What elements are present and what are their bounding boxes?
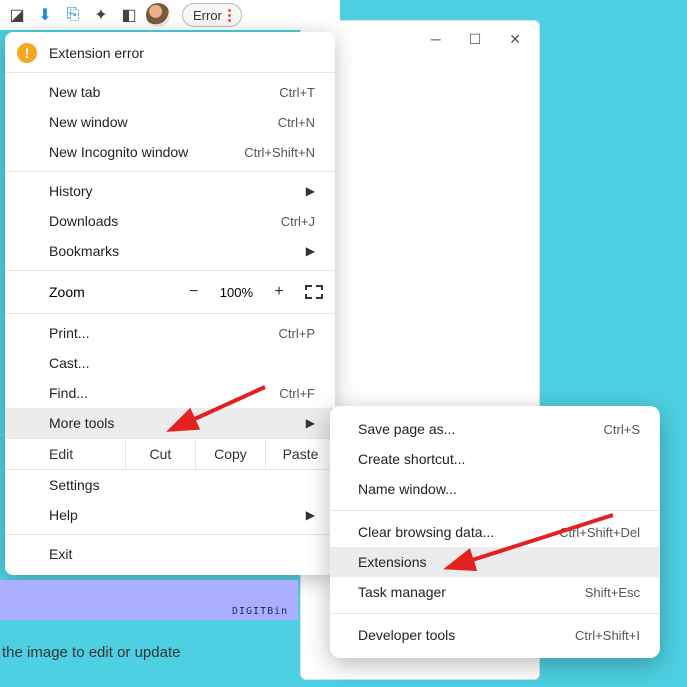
menu-more-tools[interactable]: More tools ▶: [5, 408, 335, 438]
zoom-in-button[interactable]: +: [267, 283, 291, 301]
more-tools-label: More tools: [49, 415, 114, 431]
menu-bookmarks[interactable]: Bookmarks ▶: [5, 236, 335, 266]
settings-label: Settings: [49, 477, 100, 493]
fullscreen-icon[interactable]: [305, 285, 323, 299]
submenu-save-page[interactable]: Save page as... Ctrl+S: [330, 414, 660, 444]
menu-downloads[interactable]: Downloads Ctrl+J: [5, 206, 335, 236]
browser-toolbar: ◪ ⬇ ⎘ ✦ ◧ Error: [0, 0, 340, 30]
submenu-separator: [330, 510, 660, 511]
chevron-right-icon: ▶: [306, 184, 315, 198]
downloads-label: Downloads: [49, 213, 118, 229]
new-window-label: New window: [49, 114, 128, 130]
chevron-right-icon: ▶: [306, 508, 315, 522]
menu-exit[interactable]: Exit: [5, 539, 335, 569]
chevron-right-icon: ▶: [306, 416, 315, 430]
menu-separator: [5, 72, 335, 73]
menu-extension-error[interactable]: ! Extension error: [5, 38, 335, 68]
menu-edit-row: Edit Cut Copy Paste: [5, 438, 335, 470]
extension-icon-2[interactable]: ⎘: [62, 4, 84, 26]
shortcut-text: Ctrl+F: [279, 386, 315, 401]
menu-separator: [5, 534, 335, 535]
shortcut-text: Ctrl+Shift+I: [575, 628, 640, 643]
menu-history[interactable]: History ▶: [5, 176, 335, 206]
save-page-label: Save page as...: [358, 421, 455, 437]
submenu-task-manager[interactable]: Task manager Shift+Esc: [330, 577, 660, 607]
history-label: History: [49, 183, 93, 199]
task-manager-label: Task manager: [358, 584, 446, 600]
menu-new-window[interactable]: New window Ctrl+N: [5, 107, 335, 137]
menu-zoom: Zoom − 100% +: [5, 275, 335, 309]
bookmarks-label: Bookmarks: [49, 243, 119, 259]
chrome-main-menu: ! Extension error New tab Ctrl+T New win…: [5, 32, 335, 575]
extension-icon-1[interactable]: ◪: [6, 4, 28, 26]
zoom-out-button[interactable]: −: [182, 283, 206, 301]
menu-print[interactable]: Print... Ctrl+P: [5, 318, 335, 348]
create-shortcut-label: Create shortcut...: [358, 451, 465, 467]
kebab-menu-icon[interactable]: [228, 9, 231, 22]
shortcut-text: Ctrl+T: [279, 85, 315, 100]
submenu-create-shortcut[interactable]: Create shortcut...: [330, 444, 660, 474]
side-panel-icon[interactable]: ◧: [118, 4, 140, 26]
close-icon[interactable]: ✕: [509, 31, 521, 48]
edit-label: Edit: [5, 439, 125, 469]
more-tools-submenu: Save page as... Ctrl+S Create shortcut..…: [330, 406, 660, 658]
submenu-developer-tools[interactable]: Developer tools Ctrl+Shift+I: [330, 620, 660, 650]
print-label: Print...: [49, 325, 89, 341]
shortcut-text: Ctrl+J: [281, 214, 315, 229]
menu-new-incognito[interactable]: New Incognito window Ctrl+Shift+N: [5, 137, 335, 167]
menu-cast[interactable]: Cast...: [5, 348, 335, 378]
edit-paste[interactable]: Paste: [265, 439, 335, 469]
name-window-label: Name window...: [358, 481, 457, 497]
menu-separator: [5, 313, 335, 314]
clear-data-label: Clear browsing data...: [358, 524, 494, 540]
minimize-icon[interactable]: ─: [431, 31, 441, 48]
developer-tools-label: Developer tools: [358, 627, 455, 643]
shortcut-text: Shift+Esc: [585, 585, 640, 600]
find-label: Find...: [49, 385, 88, 401]
zoom-label: Zoom: [49, 284, 85, 300]
menu-new-tab[interactable]: New tab Ctrl+T: [5, 77, 335, 107]
shortcut-text: Ctrl+Shift+Del: [559, 525, 640, 540]
shortcut-text: Ctrl+S: [604, 422, 640, 437]
shortcut-text: Ctrl+P: [279, 326, 315, 341]
extensions-label: Extensions: [358, 554, 426, 570]
error-label: Error: [193, 8, 222, 23]
zoom-value: 100%: [220, 285, 253, 300]
profile-avatar[interactable]: [146, 3, 170, 27]
menu-separator: [5, 270, 335, 271]
extension-error-label: Extension error: [49, 45, 144, 61]
shortcut-text: Ctrl+Shift+N: [244, 145, 315, 160]
shortcut-text: Ctrl+N: [278, 115, 315, 130]
download-icon[interactable]: ⬇: [34, 4, 56, 26]
edit-copy[interactable]: Copy: [195, 439, 265, 469]
new-incognito-label: New Incognito window: [49, 144, 188, 160]
watermark-text: DIGITBin: [232, 606, 288, 617]
submenu-clear-data[interactable]: Clear browsing data... Ctrl+Shift+Del: [330, 517, 660, 547]
warning-icon: !: [17, 43, 37, 63]
submenu-extensions[interactable]: Extensions: [330, 547, 660, 577]
page-caption: the image to edit or update: [2, 644, 180, 661]
extensions-puzzle-icon[interactable]: ✦: [90, 4, 112, 26]
menu-separator: [5, 171, 335, 172]
menu-find[interactable]: Find... Ctrl+F: [5, 378, 335, 408]
submenu-separator: [330, 613, 660, 614]
edit-cut[interactable]: Cut: [125, 439, 195, 469]
error-indicator[interactable]: Error: [182, 3, 242, 27]
menu-settings[interactable]: Settings: [5, 470, 335, 500]
exit-label: Exit: [49, 546, 72, 562]
submenu-name-window[interactable]: Name window...: [330, 474, 660, 504]
menu-help[interactable]: Help ▶: [5, 500, 335, 530]
maximize-icon[interactable]: ☐: [469, 31, 482, 48]
chevron-right-icon: ▶: [306, 244, 315, 258]
new-tab-label: New tab: [49, 84, 100, 100]
cast-label: Cast...: [49, 355, 89, 371]
help-label: Help: [49, 507, 78, 523]
